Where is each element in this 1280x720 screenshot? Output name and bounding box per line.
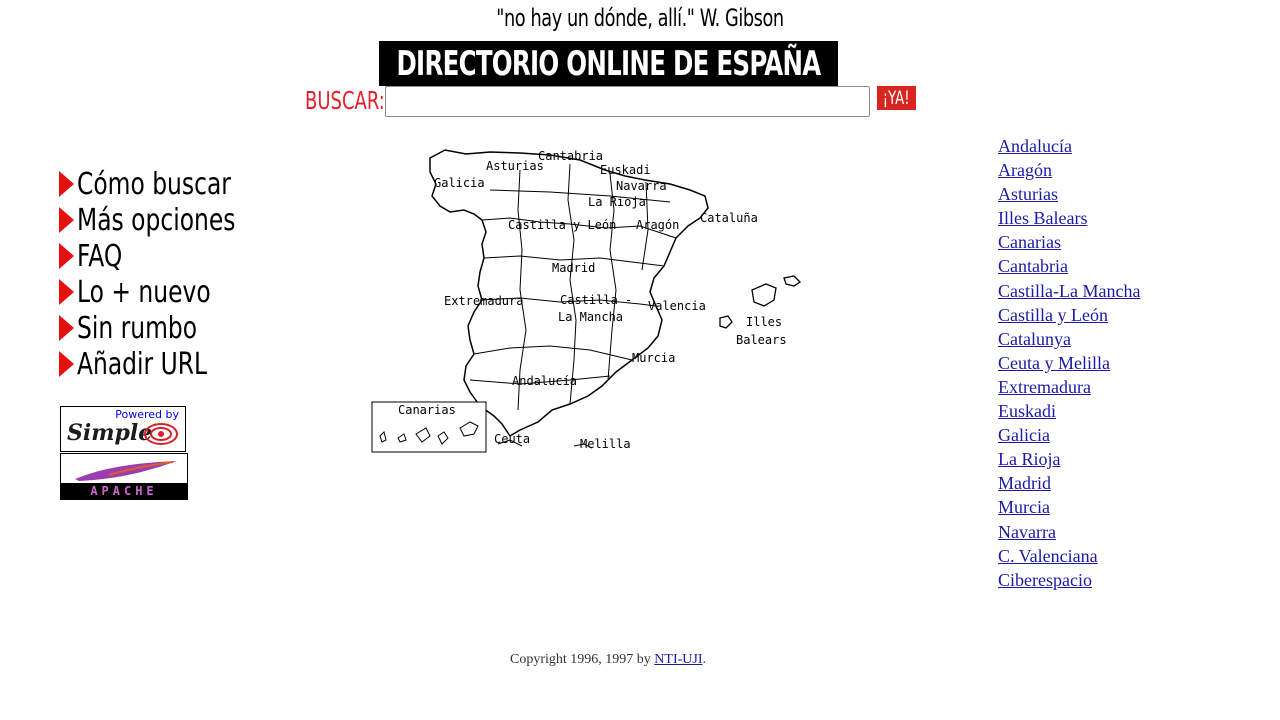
powered-by-simple-logo[interactable]: Powered by Simple (60, 406, 186, 452)
region-link-galicia[interactable]: Galicia (998, 423, 1140, 447)
map-label-castilla-mancha-1[interactable]: Castilla - (560, 293, 632, 307)
map-label-ceuta[interactable]: Ceuta (494, 432, 530, 446)
region-link-canarias[interactable]: Canarias (998, 230, 1140, 254)
red-arrow-icon (59, 351, 74, 377)
red-arrow-icon (59, 279, 74, 305)
red-arrow-icon (59, 243, 74, 269)
nav-sin-rumbo[interactable]: Sin rumbo (59, 310, 280, 346)
nav-anadir-url[interactable]: Añadir URL (59, 346, 280, 382)
region-link-navarra[interactable]: Navarra (998, 520, 1140, 544)
nav-label: Añadir URL (77, 346, 208, 382)
map-label-asturias[interactable]: Asturias (486, 159, 544, 173)
copyright-text: Copyright 1996, 1997 by (510, 652, 655, 667)
region-link-aragon[interactable]: Aragón (998, 158, 1140, 182)
nav-como-buscar[interactable]: Cómo buscar (59, 166, 280, 202)
site-title: DIRECTORIO ONLINE DE ESPAÑA (396, 43, 821, 84)
region-link-castilla-y-leon[interactable]: Castilla y León (998, 303, 1140, 327)
nti-uji-link[interactable]: NTI-UJI (654, 652, 702, 667)
red-arrow-icon (59, 315, 74, 341)
map-label-extremadura[interactable]: Extremadura (444, 294, 523, 308)
map-label-catalunya[interactable]: Cataluña (700, 211, 758, 225)
region-link-illes-balears[interactable]: Illes Balears (998, 206, 1140, 230)
region-link-castilla-la-mancha[interactable]: Castilla-La Mancha (998, 279, 1140, 303)
nav-faq[interactable]: FAQ (59, 238, 280, 274)
nav-label: Más opciones (77, 202, 236, 238)
map-label-aragon[interactable]: Aragón (636, 218, 679, 232)
map-label-baleares-1[interactable]: Illes (746, 315, 782, 329)
region-link-la-rioja[interactable]: La Rioja (998, 447, 1140, 471)
region-link-cantabria[interactable]: Cantabria (998, 254, 1140, 278)
map-label-castilla-mancha-2[interactable]: La Mancha (558, 310, 623, 324)
nav-label: Cómo buscar (77, 166, 231, 202)
feather-icon (75, 461, 177, 481)
red-arrow-icon (59, 171, 74, 197)
region-link-madrid[interactable]: Madrid (998, 471, 1140, 495)
region-link-asturias[interactable]: Asturias (998, 182, 1140, 206)
swirl-icon (144, 423, 178, 445)
header-quote: "no hay un dónde, allí." W. Gibson (496, 4, 784, 32)
region-link-euskadi[interactable]: Euskadi (998, 399, 1140, 423)
red-arrow-icon (59, 207, 74, 233)
nav-label: Sin rumbo (77, 310, 198, 346)
map-label-valencia[interactable]: Valencia (648, 299, 706, 313)
footer: Copyright 1996, 1997 by NTI-UJI. (0, 652, 1216, 668)
nav-label: FAQ (77, 238, 123, 274)
site-title-banner: DIRECTORIO ONLINE DE ESPAÑA (379, 41, 838, 86)
search-input[interactable] (385, 86, 870, 117)
region-link-murcia[interactable]: Murcia (998, 495, 1140, 519)
map-label-murcia[interactable]: Murcia (632, 351, 675, 365)
map-label-la-rioja[interactable]: La Rioja (588, 195, 646, 209)
map-label-cantabria[interactable]: Cantabria (538, 149, 603, 163)
map-label-navarra[interactable]: Navarra (616, 179, 667, 193)
region-link-ciberespacio[interactable]: Ciberespacio (998, 568, 1140, 592)
nav-lo-nuevo[interactable]: Lo + nuevo (59, 274, 280, 310)
map-label-galicia[interactable]: Galicia (434, 176, 485, 190)
spain-map[interactable]: Cantabria Asturias Euskadi Galicia Navar… (370, 140, 810, 460)
region-link-ceuta-y-melilla[interactable]: Ceuta y Melilla (998, 351, 1140, 375)
region-link-andalucia[interactable]: Andalucía (998, 134, 1140, 158)
nav-label: Lo + nuevo (77, 274, 211, 310)
footer-end: . (702, 652, 707, 667)
nav-mas-opciones[interactable]: Más opciones (59, 202, 280, 238)
region-list: Andalucía Aragón Asturias Illes Balears … (998, 134, 1140, 592)
map-label-castilla-leon[interactable]: Castilla y León (508, 218, 616, 232)
map-label-andalucia[interactable]: Andalucía (512, 374, 577, 388)
left-nav: Cómo buscar Más opciones FAQ Lo + nuevo … (59, 166, 280, 382)
apache-logo[interactable]: APACHE (60, 453, 188, 500)
region-link-c-valenciana[interactable]: C. Valenciana (998, 544, 1140, 568)
map-label-euskadi[interactable]: Euskadi (600, 163, 651, 177)
map-label-madrid[interactable]: Madrid (552, 261, 595, 275)
map-label-melilla[interactable]: Melilla (580, 437, 631, 451)
map-label-canarias[interactable]: Canarias (398, 403, 456, 417)
region-link-catalunya[interactable]: Catalunya (998, 327, 1140, 351)
map-label-baleares-2[interactable]: Balears (736, 333, 787, 347)
search-submit-button[interactable]: ¡YA! (877, 86, 916, 110)
region-link-extremadura[interactable]: Extremadura (998, 375, 1140, 399)
